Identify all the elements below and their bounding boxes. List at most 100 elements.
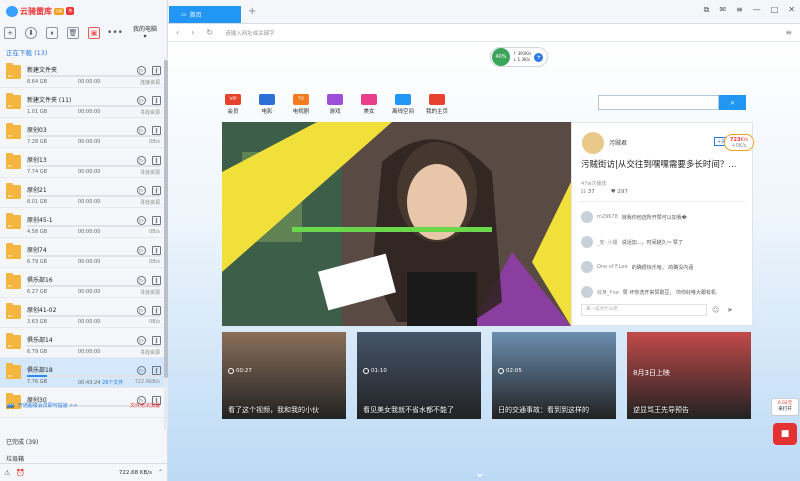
download-item[interactable]: BT 俱乐部14 ▷ ‖ 6.79 GB 00:00:00 寻找资源 bbox=[0, 328, 164, 358]
speed-plus-icon[interactable]: + bbox=[534, 52, 544, 62]
pause-icon[interactable]: ‖ bbox=[152, 306, 161, 315]
pause-icon[interactable]: ⏸ bbox=[46, 27, 58, 39]
address-input[interactable]: 请输入网址或关键字 bbox=[225, 29, 275, 37]
more-icon[interactable]: ••• bbox=[107, 27, 123, 39]
alarm-icon[interactable]: ⏰ bbox=[16, 469, 25, 477]
chevron-up-icon[interactable]: ⌃ bbox=[158, 469, 163, 476]
send-icon[interactable]: ➤ bbox=[727, 306, 733, 314]
views-count[interactable]: ♥ 297 bbox=[611, 189, 628, 195]
new-tab-icon[interactable]: + bbox=[248, 6, 256, 17]
vip-promo-link[interactable]: 开通超级会员即可提速 >> bbox=[18, 402, 78, 409]
download-item[interactable]: BT 俱乐部18 ▷ ‖ 7.76 GB 00:43:24 26个文件 722.6KB/s bbox=[0, 358, 164, 388]
download-item[interactable]: BT 新建文件夹 (11) ▷ ‖ 1.01 GB 00:00:00 寻找资源 bbox=[0, 88, 164, 118]
downloading-header[interactable]: 正在下载 (13) bbox=[6, 47, 47, 57]
featured-video[interactable]: 有料 bbox=[222, 122, 571, 326]
likes-count[interactable]: ☷ 37 bbox=[581, 189, 595, 195]
nav-item-1[interactable]: 电影 bbox=[256, 94, 278, 115]
tab-home[interactable]: ▭ 首页 bbox=[169, 6, 241, 23]
play-icon[interactable]: ▷ bbox=[137, 216, 146, 225]
chevron-down-icon[interactable]: ⌄ bbox=[474, 465, 486, 481]
forward-icon[interactable]: › bbox=[191, 28, 194, 37]
download-item[interactable]: BT 俱乐部16 ▷ ‖ 6.27 GB 00:00:00 寻找资源 bbox=[0, 268, 164, 298]
play-icon[interactable]: ▷ bbox=[137, 156, 146, 165]
speed-widget[interactable]: 40% ↑ 391K/s ↓ 1.3K/s + bbox=[490, 47, 548, 67]
emoji-icon[interactable]: ☺ bbox=[712, 306, 719, 314]
nav-icon bbox=[327, 94, 343, 105]
play-icon[interactable]: ▷ bbox=[137, 186, 146, 195]
completed-section[interactable]: 已完成 (39) bbox=[6, 437, 38, 446]
download-item[interactable]: BT 原创13 ▷ ‖ 7.74 GB 00:00:00 寻找资源 bbox=[0, 148, 164, 178]
pause-icon[interactable]: ‖ bbox=[152, 276, 161, 285]
pause-icon[interactable]: ‖ bbox=[152, 66, 161, 75]
video-thumbnail[interactable]: 01:10 看见美女我就不省水都不能了 bbox=[357, 332, 481, 419]
author-name[interactable]: 污贼君 bbox=[609, 138, 627, 147]
download-item[interactable]: BT 原创45-1 ▷ ‖ 4.58 GB 00:00:00 0B/s bbox=[0, 208, 164, 238]
file-size: 7.76 GB bbox=[27, 379, 48, 385]
nav-item-4[interactable]: 美女 bbox=[358, 94, 380, 115]
play-icon[interactable]: ▷ bbox=[137, 96, 146, 105]
delete-icon[interactable]: 🗑 bbox=[67, 27, 79, 39]
download-item[interactable]: BT 原创74 ▷ ‖ 6.79 GB 00:00:00 0B/s bbox=[0, 238, 164, 268]
maximize-icon[interactable]: □ bbox=[771, 5, 779, 15]
my-pc-button[interactable]: 我的电脑 ▾ bbox=[133, 26, 157, 40]
play-icon[interactable]: ▷ bbox=[137, 306, 146, 315]
back-icon[interactable]: ‹ bbox=[176, 28, 179, 37]
comment-input[interactable]: 来一说点什么吧 bbox=[581, 304, 707, 316]
minimize-icon[interactable]: — bbox=[753, 5, 761, 15]
skin-icon[interactable]: ⧉ bbox=[704, 5, 710, 15]
tab-home-label: 首页 bbox=[189, 12, 202, 19]
comment-item[interactable]: _安· 小僵 说话加...，时间越久～ 赞了 bbox=[581, 236, 683, 248]
vip-promo-row[interactable]: 🚙 开通超级会员即可提速 >> 文件无法加速 bbox=[0, 398, 164, 412]
vip-speedup-icon[interactable]: ▣ bbox=[88, 27, 100, 39]
play-icon[interactable]: ▷ bbox=[137, 276, 146, 285]
nav-item-5[interactable]: 离线空间 bbox=[392, 94, 414, 115]
video-duration: 02:05 bbox=[498, 368, 522, 374]
avatar[interactable] bbox=[582, 132, 604, 154]
video-thumbnail[interactable]: 02:05 日的交通事故：看到到这样的 bbox=[492, 332, 616, 419]
pause-icon[interactable]: ‖ bbox=[152, 246, 161, 255]
new-task-icon[interactable]: + bbox=[4, 27, 16, 39]
video-thumbnail[interactable]: 8月3日上映 逆显骂王先导预告 bbox=[627, 332, 751, 419]
nav-label: 美女 bbox=[363, 109, 375, 115]
pause-icon[interactable]: ‖ bbox=[152, 216, 161, 225]
start-icon[interactable]: ⬇ bbox=[25, 27, 37, 39]
play-icon[interactable]: ▷ bbox=[137, 66, 146, 75]
pause-icon[interactable]: ‖ bbox=[152, 126, 161, 135]
play-icon[interactable]: ▷ bbox=[137, 336, 146, 345]
floating-red-icon[interactable]: ■ bbox=[773, 423, 797, 445]
nav-item-0[interactable]: VIP 会员 bbox=[222, 94, 244, 115]
pause-icon[interactable]: ‖ bbox=[152, 366, 161, 375]
video-title[interactable]: 污贼街访|从交往到嘿嘿需要多长时间？... bbox=[581, 160, 751, 171]
comment-item[interactable]: 纹身_f'oo 赞 坏你洗开来赞取豆， 你你好嗲大跟有机 bbox=[581, 286, 716, 298]
search-icon[interactable]: ⌕ bbox=[719, 95, 746, 110]
comment-item[interactable]: One of F.Lee 的确很快乐哈， 的确没内涵 bbox=[581, 261, 693, 273]
download-item[interactable]: BT 原创41-02 ▷ ‖ 3.63 GB 00:00:00 0B/s bbox=[0, 298, 164, 328]
nav-item-3[interactable]: 游戏 bbox=[324, 94, 346, 115]
play-icon[interactable]: ▷ bbox=[137, 366, 146, 375]
address-menu-icon[interactable]: ≡ bbox=[785, 28, 792, 37]
nav-item-2[interactable]: TV 电视剧 bbox=[290, 94, 312, 115]
close-icon[interactable]: ✕ bbox=[788, 5, 795, 15]
pause-icon[interactable]: ‖ bbox=[152, 96, 161, 105]
download-item[interactable]: BT 原创21 ▷ ‖ 8.01 GB 00:00:00 寻找资源 bbox=[0, 178, 164, 208]
speed-badge[interactable]: 723K/s +0K/s bbox=[724, 134, 754, 151]
pause-icon[interactable]: ‖ bbox=[152, 336, 161, 345]
pause-icon[interactable]: ‖ bbox=[152, 156, 161, 165]
play-icon[interactable]: ▷ bbox=[137, 126, 146, 135]
play-icon[interactable]: ▷ bbox=[137, 246, 146, 255]
site-search-input[interactable] bbox=[598, 95, 719, 110]
floating-bubble[interactable]: 0.02元 来打开 bbox=[771, 398, 799, 416]
speed-limit-icon[interactable]: ⚠ bbox=[4, 469, 10, 477]
trash-section[interactable]: 垃圾箱 bbox=[6, 454, 24, 463]
menu-icon[interactable]: ≡ bbox=[736, 5, 743, 15]
download-status: 722.6KB/s bbox=[134, 379, 160, 385]
refresh-icon[interactable]: ↻ bbox=[206, 28, 213, 37]
nav-item-6[interactable]: 我的主页 bbox=[426, 94, 448, 115]
comment-item[interactable]: m29678 妹我你他选所开赞可以加我� bbox=[581, 211, 687, 223]
nav-label: 我的主页 bbox=[426, 109, 449, 115]
pause-icon[interactable]: ‖ bbox=[152, 186, 161, 195]
mail-icon[interactable]: ✉ bbox=[719, 5, 726, 15]
video-thumbnail[interactable]: 00:27 看了这个视频，我和我的小伙 bbox=[222, 332, 346, 419]
download-item[interactable]: BT 原创03 ▷ ‖ 7.28 GB 00:00:00 0B/s bbox=[0, 118, 164, 148]
download-item[interactable]: BT 新建文件夹 ▷ ‖ 8.64 GB 00:00:00 连接资源 bbox=[0, 58, 164, 88]
